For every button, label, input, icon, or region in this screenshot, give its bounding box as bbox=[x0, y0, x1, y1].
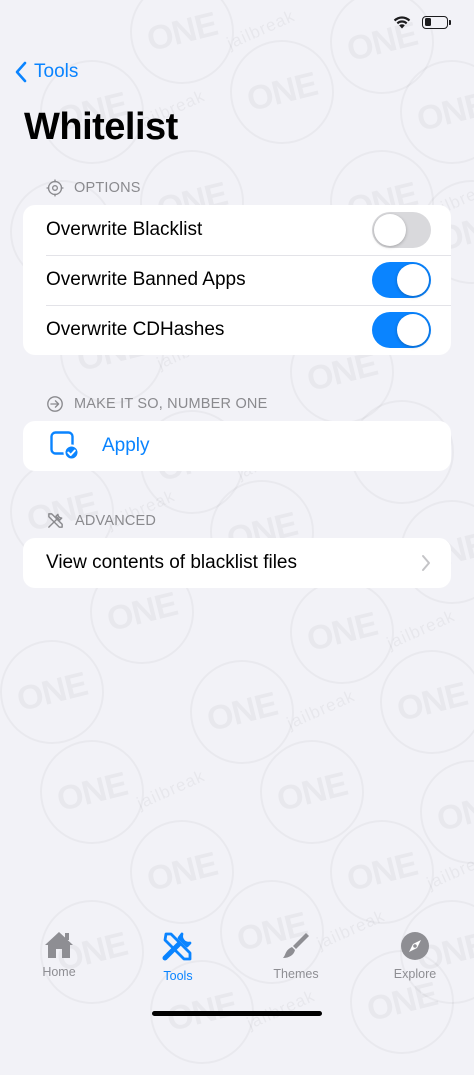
watermark-logo: ONE bbox=[0, 629, 115, 755]
gear-icon bbox=[46, 179, 64, 197]
chevron-left-icon bbox=[15, 61, 27, 83]
page-title: Whitelist bbox=[24, 106, 178, 148]
back-button-label: Tools bbox=[34, 61, 79, 82]
tab-label: Tools bbox=[163, 969, 193, 983]
compass-icon bbox=[401, 932, 429, 960]
home-indicator bbox=[152, 1011, 322, 1016]
overwrite-cdhashes-toggle[interactable] bbox=[372, 312, 431, 348]
option-row-overwrite-banned-apps: Overwrite Banned Apps bbox=[23, 255, 451, 305]
overwrite-banned-apps-toggle[interactable] bbox=[372, 262, 431, 298]
chevron-right-icon bbox=[422, 555, 430, 571]
status-bar bbox=[0, 0, 474, 50]
watermark-logo: ONE bbox=[29, 729, 155, 855]
option-label: Overwrite Blacklist bbox=[46, 219, 203, 240]
advanced-card: View contents of blacklist files bbox=[23, 538, 451, 588]
overwrite-blacklist-toggle[interactable] bbox=[372, 212, 431, 248]
action-card: Apply bbox=[23, 421, 451, 471]
section-header-options: OPTIONS bbox=[46, 179, 141, 197]
option-row-overwrite-cdhashes: Overwrite CDHashes bbox=[23, 305, 451, 355]
watermark-text: jailbreak bbox=[424, 846, 474, 894]
tab-themes[interactable]: Themes bbox=[251, 930, 341, 981]
battery-icon bbox=[422, 15, 451, 29]
tab-label: Explore bbox=[393, 967, 437, 981]
section-header-label: MAKE IT SO, NUMBER ONE bbox=[74, 396, 268, 412]
watermark-text: jailbreak bbox=[134, 766, 208, 814]
watermark-text: jailbreak bbox=[384, 606, 458, 654]
view-blacklist-files-row[interactable]: View contents of blacklist files bbox=[23, 538, 451, 588]
wifi-icon bbox=[393, 16, 411, 29]
section-header-label: ADVANCED bbox=[75, 512, 157, 529]
toggle-knob bbox=[397, 264, 429, 296]
section-header-action: MAKE IT SO, NUMBER ONE bbox=[46, 395, 267, 413]
watermark-logo: ONE bbox=[179, 649, 305, 775]
section-header-advanced: ADVANCED bbox=[46, 511, 156, 530]
toggle-knob bbox=[374, 214, 406, 246]
tools-icon bbox=[48, 513, 63, 528]
watermark-logo: ONE bbox=[249, 729, 375, 855]
tab-home[interactable]: Home bbox=[14, 930, 104, 979]
options-card: Overwrite Blacklist Overwrite Banned App… bbox=[23, 205, 451, 355]
option-label: Overwrite CDHashes bbox=[46, 319, 225, 340]
tab-explore[interactable]: Explore bbox=[370, 930, 460, 981]
paintbrush-icon bbox=[283, 933, 309, 958]
watermark-logo: ONE bbox=[409, 749, 474, 875]
back-button[interactable]: Tools bbox=[14, 60, 78, 84]
tools-icon bbox=[162, 932, 192, 961]
view-blacklist-files-label: View contents of blacklist files bbox=[46, 552, 297, 573]
toggle-knob bbox=[397, 314, 429, 346]
tab-label: Home bbox=[42, 965, 76, 979]
watermark-logo: ONE bbox=[389, 49, 474, 175]
option-row-overwrite-blacklist: Overwrite Blacklist bbox=[23, 205, 451, 255]
tab-tools[interactable]: Tools bbox=[133, 930, 223, 983]
section-header-label: OPTIONS bbox=[74, 180, 141, 196]
battery-level bbox=[424, 18, 431, 26]
tab-label: Themes bbox=[273, 967, 319, 981]
apply-button[interactable]: Apply bbox=[23, 421, 451, 471]
apply-label: Apply bbox=[102, 435, 150, 456]
arrow-right-circle-icon bbox=[47, 396, 63, 412]
option-label: Overwrite Banned Apps bbox=[46, 269, 246, 290]
apply-checkbox-icon bbox=[50, 431, 80, 461]
tab-bar: Home Tools Themes Explore bbox=[0, 910, 474, 1025]
house-icon bbox=[45, 932, 73, 958]
watermark-text: jailbreak bbox=[284, 686, 358, 734]
watermark-logo: ONE bbox=[369, 639, 474, 765]
